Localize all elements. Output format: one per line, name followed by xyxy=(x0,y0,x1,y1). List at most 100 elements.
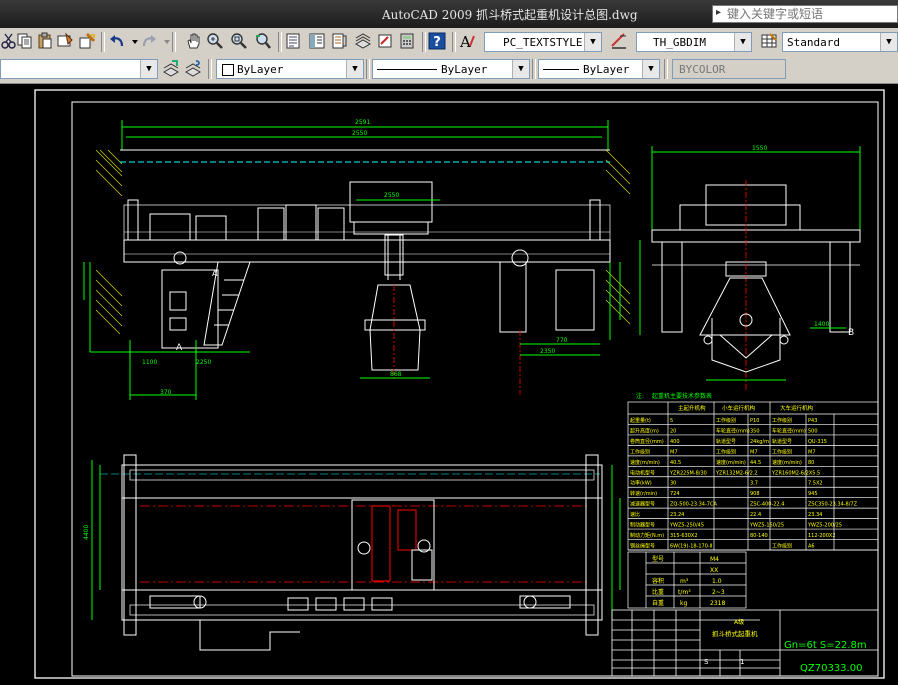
spec-table-cell: 速比 xyxy=(630,511,640,518)
table-style-select[interactable]: Standard ▼ xyxy=(782,32,898,52)
spec-table-cell: 40.5 xyxy=(670,460,681,466)
block-editor-icon[interactable] xyxy=(78,32,96,50)
grab-model-label: 型号 xyxy=(652,555,664,563)
grab-volume-label: 容积 xyxy=(652,577,664,585)
lineweight-value: ByLayer xyxy=(583,63,630,76)
spec-table-cell: 车轮直径(mm) xyxy=(716,427,750,434)
table-style-icon[interactable] xyxy=(760,32,778,50)
spec-table-cell: 7.5X2 xyxy=(808,481,823,487)
zoom-window-icon[interactable] xyxy=(230,32,248,50)
dim-left-c: 370 xyxy=(160,389,172,396)
spec-table-cell: ZQ-500-23.34-7CA xyxy=(670,502,717,508)
grab-volume-unit: m³ xyxy=(680,578,689,585)
title-block-drawing-no: QZ70333.00 xyxy=(800,663,862,674)
dim-style-value: TH_GBDIM xyxy=(653,36,706,49)
chevron-down-icon[interactable]: ▼ xyxy=(734,33,751,51)
spec-table-cell: 轨道型号 xyxy=(716,438,736,445)
chevron-down-icon[interactable]: ▼ xyxy=(880,33,897,51)
layer-previous-icon[interactable] xyxy=(184,59,202,77)
undo-dropdown-icon[interactable] xyxy=(126,32,138,50)
redo-dropdown-icon[interactable] xyxy=(158,32,170,50)
quickcalc-icon[interactable] xyxy=(398,32,416,50)
spec-table-cell: 减速器型号 xyxy=(630,501,655,508)
spec-table-cell: 速度(m/min) xyxy=(772,459,802,466)
spec-table-cell: ZSC350-23.34-8/7Z xyxy=(808,502,858,508)
search-box[interactable]: ▸ xyxy=(712,5,898,23)
title-block-scale-1: 1 xyxy=(740,658,744,666)
chevron-down-icon[interactable]: ▼ xyxy=(512,60,529,78)
spec-table-cell: M7 xyxy=(750,449,758,455)
section-mark-a2: A xyxy=(212,269,218,278)
layer-select[interactable]: ▼ xyxy=(0,59,158,79)
spec-table-cell: 350 xyxy=(750,428,760,434)
text-style-select[interactable]: PC_TEXTSTYLE ▼ xyxy=(484,32,602,52)
sheet-set-icon[interactable] xyxy=(354,32,372,50)
color-value: ByLayer xyxy=(237,63,284,76)
undo-icon[interactable] xyxy=(108,32,126,50)
spec-table-cell: YZR132M2-6/2.2 xyxy=(715,470,758,476)
chevron-down-icon[interactable]: ▼ xyxy=(346,60,363,78)
spec-table-cell: 工作级别 xyxy=(716,417,736,424)
spec-table-cell: P43 xyxy=(808,418,817,424)
text-style-icon[interactable]: A xyxy=(458,32,476,51)
color-select[interactable]: ByLayer ▼ xyxy=(216,59,364,79)
search-arrow-icon[interactable]: ▸ xyxy=(716,7,721,18)
spec-table-cell: 30 xyxy=(670,481,676,487)
zoom-previous-icon[interactable] xyxy=(254,32,272,50)
table-style-value: Standard xyxy=(787,36,840,49)
design-center-icon[interactable] xyxy=(308,32,326,50)
dim-right-a: 770 xyxy=(556,337,568,344)
dim-top-span: 2591 xyxy=(355,119,370,126)
spec-table-cell: 制动力矩(N.m) xyxy=(630,532,664,539)
grab-density-unit: t/m³ xyxy=(678,589,691,596)
spec-table-cell: M7 xyxy=(670,449,678,455)
match-properties-icon[interactable] xyxy=(56,32,74,50)
linetype-select[interactable]: ByLayer ▼ xyxy=(372,59,530,79)
toolbar-separator xyxy=(208,59,212,79)
spec-table-cell: 20 xyxy=(670,428,676,434)
spec-table-cell: 电动机型号 xyxy=(630,469,655,476)
copy-icon[interactable] xyxy=(16,32,34,50)
spec-table-cell: 起重量(t) xyxy=(630,417,651,424)
spec-table-cell: QU-315 xyxy=(808,439,827,445)
plot-style-select: BYCOLOR xyxy=(672,59,786,79)
spec-table-cell: M7 xyxy=(808,449,816,455)
dim-style-select[interactable]: TH_GBDIM ▼ xyxy=(636,32,752,52)
spec-table-cell: 功率(kW) xyxy=(630,480,652,487)
paste-icon[interactable] xyxy=(36,32,54,50)
spec-table-cell: 转速(r/min) xyxy=(630,490,657,497)
pan-icon[interactable] xyxy=(184,32,202,50)
markup-icon[interactable] xyxy=(376,32,394,50)
chevron-down-icon[interactable]: ▼ xyxy=(584,33,601,51)
title-bar: AutoCAD 2009 抓斗桥式起重机设计总图.dwg ▸ xyxy=(0,0,898,29)
help-icon[interactable]: ? xyxy=(428,32,446,50)
search-input[interactable] xyxy=(727,6,895,22)
make-layer-current-icon[interactable] xyxy=(162,59,180,77)
lineweight-select[interactable]: ByLayer ▼ xyxy=(538,59,660,79)
spec-table-cell: 起升高度(m) xyxy=(630,427,659,434)
redo-icon[interactable] xyxy=(140,32,158,50)
text-style-value: PC_TEXTSTYLE xyxy=(503,36,583,49)
grab-weight-value: 2318 xyxy=(710,600,725,607)
zoom-realtime-icon[interactable] xyxy=(206,32,224,50)
tool-palettes-icon[interactable] xyxy=(330,32,348,50)
spec-table-cell: 23.34 xyxy=(808,512,822,518)
spec-table-cell: 工作级别 xyxy=(772,448,792,455)
chevron-down-icon[interactable]: ▼ xyxy=(140,60,157,78)
dim-side-width: 1550 xyxy=(752,145,767,152)
spec-table-cell: 制动器型号 xyxy=(630,522,655,529)
spec-table-cell: 500 xyxy=(808,428,818,434)
chevron-down-icon[interactable]: ▼ xyxy=(642,60,659,78)
spec-table-cell: 速度(m/min) xyxy=(630,459,660,466)
grab-model-value: M4 xyxy=(710,556,719,563)
grab-density-value: 2~3 xyxy=(712,589,725,596)
spec-table-cell: 724 xyxy=(670,491,680,497)
drawing-canvas[interactable]: 2591 2550 2550 868 A A 1100 2250 370 770… xyxy=(0,84,898,681)
spec-table-cell: YWZ5-150/25 xyxy=(749,523,784,529)
spec-table-cell: YZR160M2-6/2X5.5 xyxy=(771,470,820,476)
title-block-name: 抓斗桥式起重机 xyxy=(712,629,758,638)
properties-icon[interactable] xyxy=(284,32,302,50)
spec-table-cell: 112-200X2 xyxy=(808,533,836,539)
dim-style-icon[interactable] xyxy=(610,32,628,50)
spec-header-trolley: 小车运行机构 xyxy=(722,404,756,412)
